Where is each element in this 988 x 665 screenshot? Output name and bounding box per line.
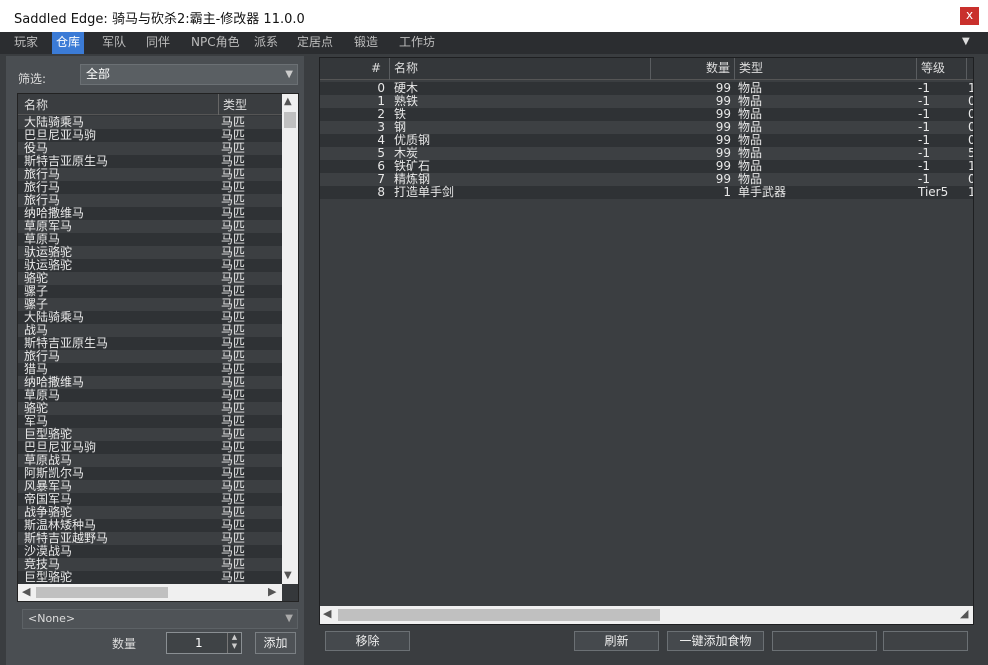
table-row[interactable]: 8 打造单手剑 1 单手武器 Tier5 1 [320,185,973,199]
horse-rows: 大陆骑乘马 马匹 巴旦尼亚马驹 马匹 役马 马匹 斯特吉亚原生马 马匹 旅行马 马匹 旅行马 马匹 旅行… [18,116,282,584]
vertical-scrollbar[interactable]: ▲ ▼ [282,94,298,584]
spin-buttons[interactable]: ▲ ▼ [227,633,241,653]
quantity-label: 数量 [112,637,137,651]
horizontal-scrollbar[interactable]: ◀ ▶ [18,584,282,601]
disabled-button[interactable] [772,631,877,651]
disabled-button[interactable] [883,631,968,651]
inventory-table[interactable]: # 名称 数量 类型 等级 0硬木99物品-111熟铁99物品-102铁99物品… [319,57,974,625]
item-selector-value: <None> [28,612,76,625]
list-item[interactable]: 巨型骆驼 马匹 [18,571,282,584]
table-row[interactable]: 1熟铁99物品-10 [320,95,973,108]
tab-workshops[interactable]: 工作坊 [395,32,439,54]
column-header-name[interactable]: 名称 [390,58,651,80]
tab-warehouse[interactable]: 仓库 [52,32,85,54]
tab-factions[interactable]: 派系 [250,32,282,54]
table-row[interactable]: 0硬木99物品-11 [320,82,973,95]
column-header-level[interactable]: 等级 [917,58,967,80]
column-header-extra[interactable] [967,58,973,80]
scroll-thumb[interactable] [338,609,660,621]
scroll-left-icon[interactable]: ◀ [323,607,331,620]
column-separator [218,94,219,115]
table-row[interactable]: 2铁99物品-10 [320,108,973,121]
scroll-down-icon[interactable]: ▼ [284,570,292,581]
scroll-right-icon[interactable]: ▶ [268,585,276,598]
quantity-value: 1 [195,636,203,650]
inventory-rows: 0硬木99物品-111熟铁99物品-102铁99物品-103钢99物品-104优… [320,82,973,199]
tab-smithing[interactable]: 锻造 [350,32,382,54]
tab-companions[interactable]: 同伴 [142,32,174,54]
add-button[interactable]: 添加 [255,632,296,654]
tab-bar: 玩家 仓库 军队 同伴 NPC角色 派系 定居点 锻造 工作坊 ▼ [0,32,988,54]
cell-index: 8 [377,185,385,199]
chevron-down-icon: ▼ [285,69,293,80]
table-row[interactable]: 4优质钢99物品-10 [320,134,973,147]
inventory-header: # 名称 数量 类型 等级 [320,58,973,80]
column-header-quantity[interactable]: 数量 [651,58,735,80]
item-name: 巨型骆驼 [24,570,73,584]
add-food-button[interactable]: 一键添加食物 [667,631,764,651]
chevron-down-icon: ▼ [285,613,293,624]
resize-grip-icon[interactable]: ◢ [960,607,968,620]
scroll-left-icon[interactable]: ◀ [22,585,30,598]
quantity-stepper[interactable]: 1 ▲ ▼ [166,632,242,654]
tab-player[interactable]: 玩家 [10,32,42,54]
title-bar: Saddled Edge: 骑马与砍杀2:霸主-修改器 11.0.0 x [0,0,988,32]
tab-settlements[interactable]: 定居点 [293,32,337,54]
item-selector-dropdown[interactable]: <None> ▼ [22,609,298,629]
cell-name: 打造单手剑 [394,185,455,199]
chevron-down-icon[interactable]: ▼ [962,36,970,47]
scroll-thumb[interactable] [36,587,168,598]
cell-quantity: 1 [723,185,731,199]
close-button[interactable]: x [960,7,979,25]
cell-extra: 1 [968,186,973,199]
item-type: 马匹 [221,570,246,584]
cell-type: 单手武器 [738,185,787,199]
horse-list-header: 名称 类型 [18,94,282,115]
filter-dropdown[interactable]: 全部 ▼ [80,64,298,85]
column-header-name[interactable]: 名称 [24,96,48,113]
column-header-type[interactable]: 类型 [223,96,247,113]
filter-label: 筛选: [18,72,47,86]
horizontal-scrollbar[interactable]: ◀ ◢ [320,606,973,624]
cell-level: Tier5 [918,185,949,199]
refresh-button[interactable]: 刷新 [574,631,659,651]
column-header-type[interactable]: 类型 [735,58,917,80]
remove-button[interactable]: 移除 [325,631,410,651]
filter-value: 全部 [86,67,111,81]
scroll-thumb[interactable] [284,112,296,128]
horse-list[interactable]: 名称 类型 大陆骑乘马 马匹 巴旦尼亚马驹 马匹 役马 马匹 斯特吉亚原生马 马匹 旅行马 马匹旅… [17,93,299,602]
window-title: Saddled Edge: 骑马与砍杀2:霸主-修改器 11.0.0 [14,12,305,27]
tab-army[interactable]: 军队 [98,32,130,54]
scroll-up-icon[interactable]: ▲ [284,96,292,107]
tab-npc[interactable]: NPC角色 [187,32,244,54]
column-header-index[interactable]: # [320,58,390,80]
